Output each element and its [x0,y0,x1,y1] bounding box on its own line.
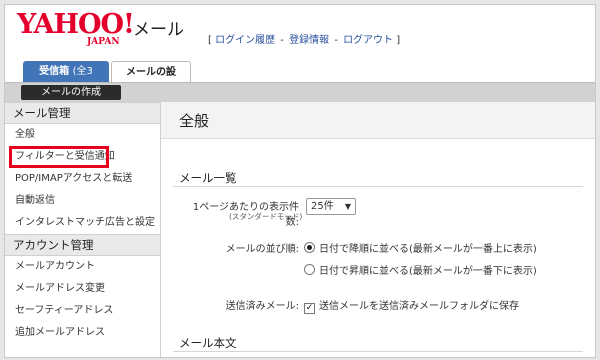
radio-unselected-icon[interactable] [304,264,315,275]
sidebar-section-mail-management: メール管理 [5,102,160,124]
per-page-select[interactable]: 25件 ▼ [306,198,356,215]
sidebar-item-auto-reply[interactable]: 自動返信 [5,190,160,212]
section-divider [173,186,583,187]
login-history-link[interactable]: ログイン履歴 [215,35,275,46]
sent-mail-option[interactable]: ✓ 送信メールを送信済みメールフォルダに保存 [304,297,519,314]
yahoo-japan-logo[interactable]: YAHOO! JAPAN [17,9,135,48]
sidebar-item-mail-account[interactable]: メールアカウント [5,256,160,278]
registration-info-link[interactable]: 登録情報 [289,35,329,46]
sent-mail-label: 送信済みメール: [225,301,299,312]
sent-mail-option-label: 送信メールを送信済みメールフォルダに保存 [319,301,519,312]
main-tabs: 受信箱 (全3件) メールの設定 [23,61,191,99]
sort-option-descending[interactable]: 日付で降順に並べる(最新メールが一番上に表示) [304,240,537,255]
section-title-mail-list: メール一覧 [179,171,237,185]
page-title-bar [161,102,595,139]
section-title-mail-body: メール本文 [179,336,237,350]
sort-option-descending-label: 日付で降順に並べる(最新メールが一番上に表示) [319,244,537,255]
highlight-box [9,146,109,168]
toolbar: メールの作成 [5,82,595,103]
sidebar-item-pop-imap[interactable]: POP/IMAPアクセスと転送 [5,168,160,190]
link-separator: - [334,35,338,46]
sidebar-section-account-management: アカウント管理 [5,234,160,256]
mail-settings-window: YAHOO! JAPAN メール [ ログイン履歴 - 登録情報 - ログアウト… [4,4,596,358]
radio-selected-icon[interactable] [304,242,315,253]
bracket-close: ] [396,35,401,46]
link-separator: - [280,35,284,46]
section-divider [173,351,583,352]
sort-option-ascending-label: 日付で昇順に並べる(最新メールが一番下に表示) [319,266,537,277]
per-page-value: 25件 [311,201,334,212]
tab-inbox-label: 受信箱 [39,66,70,77]
checkbox-checked-icon[interactable]: ✓ [304,303,315,314]
bracket-open: [ [208,35,212,46]
sidebar-item-change-address[interactable]: メールアドレス変更 [5,278,160,300]
header-links: [ ログイン履歴 - 登録情報 - ログアウト ] [208,31,400,46]
compose-button[interactable]: メールの作成 [21,85,121,100]
logo-main-text: YAHOO! [17,9,135,40]
sidebar-item-additional-address[interactable]: 追加メールアドレス [5,322,160,344]
per-page-sublabel: (スタンダードモード) [229,212,303,221]
sidebar-item-general[interactable]: 全般 [5,124,160,146]
chevron-down-icon: ▼ [344,202,351,211]
settings-main: 全般 メール一覧 1ページあたりの表示件数: (スタンダードモード) 25件 ▼… [161,102,595,357]
sort-order-label: メールの並び順: [225,244,299,255]
sort-option-ascending[interactable]: 日付で昇順に並べる(最新メールが一番下に表示) [304,262,537,277]
tab-mail-settings[interactable]: メールの設定 [111,61,191,99]
tab-inbox[interactable]: 受信箱 (全3件) [23,61,109,98]
mail-service-label: メール [133,20,184,40]
page-title: 全般 [179,112,210,130]
sidebar-item-safety-address[interactable]: セーフティーアドレス [5,300,160,322]
logout-link[interactable]: ログアウト [343,35,393,46]
settings-sidebar: メール管理 全般 フィルターと受信通知 POP/IMAPアクセスと転送 自動返信… [5,102,161,357]
sidebar-item-interest-match-ads[interactable]: インタレストマッチ広告と設定 [5,212,160,234]
